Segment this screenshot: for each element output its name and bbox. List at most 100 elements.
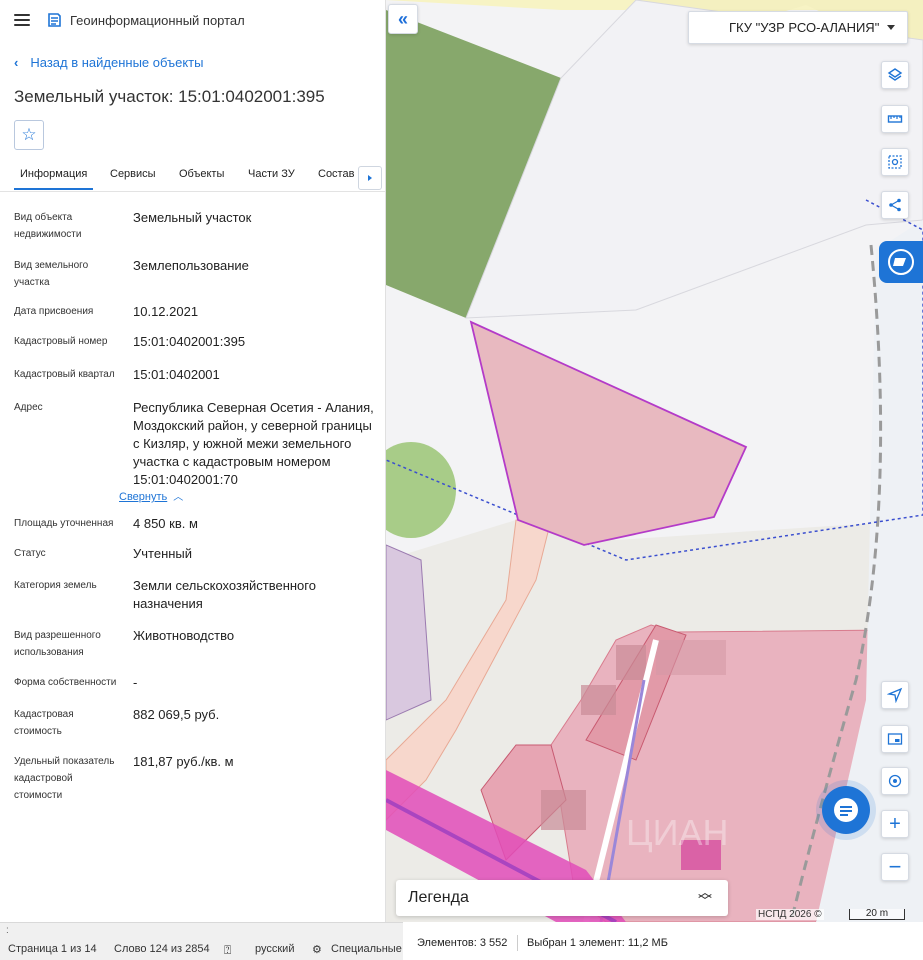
map-view[interactable]: ЦИАН « ГКУ "УЗР РСО-АЛАНИЯ" + − Легенда [386, 0, 923, 922]
collapse-sidebar-button[interactable]: « [388, 4, 418, 34]
selection-info: Выбран 1 элемент: 11,2 МБ [527, 937, 668, 949]
zoom-out-icon: − [888, 854, 902, 879]
organization-select-value: ГКУ "УЗР РСО-АЛАНИЯ" [729, 20, 880, 35]
address-collapse-link[interactable]: Свернуть ︿ [119, 488, 183, 503]
attr-value: 10.12.2021 [133, 304, 199, 319]
back-link-label: Назад в найденные объекты [30, 54, 204, 70]
map-building [581, 685, 616, 715]
share-icon [889, 198, 901, 212]
statusbar-marker: : [6, 925, 9, 936]
tab-objects[interactable]: Объекты [179, 168, 224, 188]
measure-button[interactable] [881, 105, 909, 133]
attr-value: Республика Северная Осетия - Алания, Моз… [133, 400, 374, 487]
attr-value: 181,87 руб./кв. м [133, 754, 234, 769]
locate-button[interactable] [881, 767, 909, 795]
layers-button[interactable] [881, 61, 909, 89]
tab-parts[interactable]: Части ЗУ [248, 168, 295, 188]
tab-services[interactable]: Сервисы [110, 168, 156, 188]
star-icon: ☆ [21, 125, 37, 144]
attr-label: Кадастровый квартал [14, 369, 115, 380]
chat-icon [834, 798, 858, 822]
attr-value: - [133, 675, 138, 690]
map-vegetation [386, 442, 456, 538]
attr-label: Вид земельного участка [14, 260, 89, 288]
attr-value: 15:01:0402001:395 [133, 334, 246, 349]
attr-label: Площадь уточненная [14, 518, 114, 529]
map-building [656, 640, 726, 675]
attr-value: Земельный участок [133, 210, 252, 225]
attr-label: Кадастровая стоимость [14, 709, 74, 737]
map-building [541, 790, 586, 830]
map-parcel-gray [465, 0, 923, 319]
attr-value: Животноводство [133, 628, 235, 643]
attr-value: 4 850 кв. м [133, 516, 198, 531]
scale-bar: 20 m [849, 909, 905, 920]
map-building [616, 645, 646, 680]
attr-label: Адрес [14, 402, 43, 413]
tab-information[interactable]: Информация [14, 168, 94, 190]
attr-value: Землепользование [133, 258, 249, 273]
legend-label: Легенда [408, 889, 469, 906]
elements-count: Элементов: 3 552 [417, 937, 508, 949]
proofing-icon[interactable]: ⍰ [224, 943, 231, 958]
back-to-results-link[interactable]: ‹ Назад в найденные объекты [14, 50, 203, 74]
attr-label: Статус [14, 548, 46, 559]
select-area-icon [888, 155, 902, 169]
expand-collapse-icon: ︿ ﹀ [698, 884, 712, 909]
object-tabs: Информация Сервисы Объекты Части ЗУ Сост… [0, 162, 385, 192]
explorer-statusbar: Элементов: 3 552 Выбран 1 элемент: 11,2 … [403, 922, 923, 960]
chevron-left-icon: ‹ [14, 54, 19, 70]
portal-logo-icon [48, 13, 61, 27]
attr-value: 882 069,5 руб. [133, 707, 220, 722]
organization-select[interactable]: ГКУ "УЗР РСО-АЛАНИЯ" [688, 11, 908, 44]
word-statusbar: : Страница 1 из 14 Слово 124 из 2854 ⍰ р… [0, 922, 403, 960]
collapse-label: Свернуть [119, 491, 168, 503]
word-counter[interactable]: Слово 124 из 2854 [114, 943, 210, 955]
layers-icon [887, 68, 903, 81]
hamburger-icon[interactable] [14, 14, 30, 26]
navigate-button[interactable] [881, 681, 909, 709]
portal-title: Геоинформационный портал [70, 12, 245, 28]
ruler-icon [887, 115, 903, 123]
portal-header: Геоинформационный портал [0, 0, 385, 40]
nspd-panel-button[interactable] [879, 241, 923, 283]
zoom-out-button[interactable]: − [881, 853, 909, 881]
locate-icon [888, 774, 902, 788]
page-counter[interactable]: Страница 1 из 14 [8, 943, 97, 955]
zoom-in-icon: + [889, 812, 901, 835]
language-indicator[interactable]: русский [255, 943, 294, 955]
chevron-up-icon: ︿ [173, 492, 184, 503]
chat-button[interactable] [822, 786, 870, 834]
attr-label: Категория земель [14, 580, 97, 591]
watermark: ЦИАН [626, 812, 729, 853]
minimap-icon [887, 733, 903, 745]
tab-composition[interactable]: Состав [318, 168, 354, 188]
double-chevron-left-icon: « [397, 8, 408, 29]
attr-label: Вид объекта недвижимости [14, 212, 82, 240]
attr-label: Форма собственности [14, 677, 117, 688]
favorite-button[interactable]: ☆ [14, 120, 44, 150]
map-canvas[interactable]: ЦИАН [386, 0, 923, 922]
navigate-icon [887, 687, 903, 703]
tabs-scroll-right-button[interactable] [358, 166, 382, 190]
selected-parcel[interactable] [469, 320, 748, 546]
legend-panel[interactable]: Легенда ︿ ﹀ [396, 880, 728, 916]
attr-value: Земли сельскохозяйственного назначения [133, 578, 316, 611]
accessibility-icon[interactable]: ⚙ [312, 943, 322, 956]
accessibility-label[interactable]: Специальные [331, 943, 402, 955]
object-sidebar: Геоинформационный портал ‹ Назад в найде… [0, 0, 386, 922]
attr-label: Вид разрешенного использования [14, 630, 101, 658]
nspd-icon [888, 249, 914, 275]
map-attribution: НСПД 2026 © [756, 909, 824, 920]
object-title: Земельный участок: 15:01:0402001:395 [14, 87, 325, 106]
zoom-in-button[interactable]: + [881, 810, 909, 838]
chevron-down-icon [887, 25, 895, 30]
statusbar-divider [517, 935, 518, 951]
select-area-button[interactable] [881, 148, 909, 176]
minimap-button[interactable] [881, 725, 909, 753]
share-button[interactable] [881, 191, 909, 219]
attr-value: Учтенный [133, 546, 193, 561]
attr-value: 15:01:0402001 [133, 367, 220, 382]
attr-label: Дата присвоения [14, 306, 94, 317]
attr-label: Удельный показатель кадастровой стоимост… [14, 756, 115, 801]
